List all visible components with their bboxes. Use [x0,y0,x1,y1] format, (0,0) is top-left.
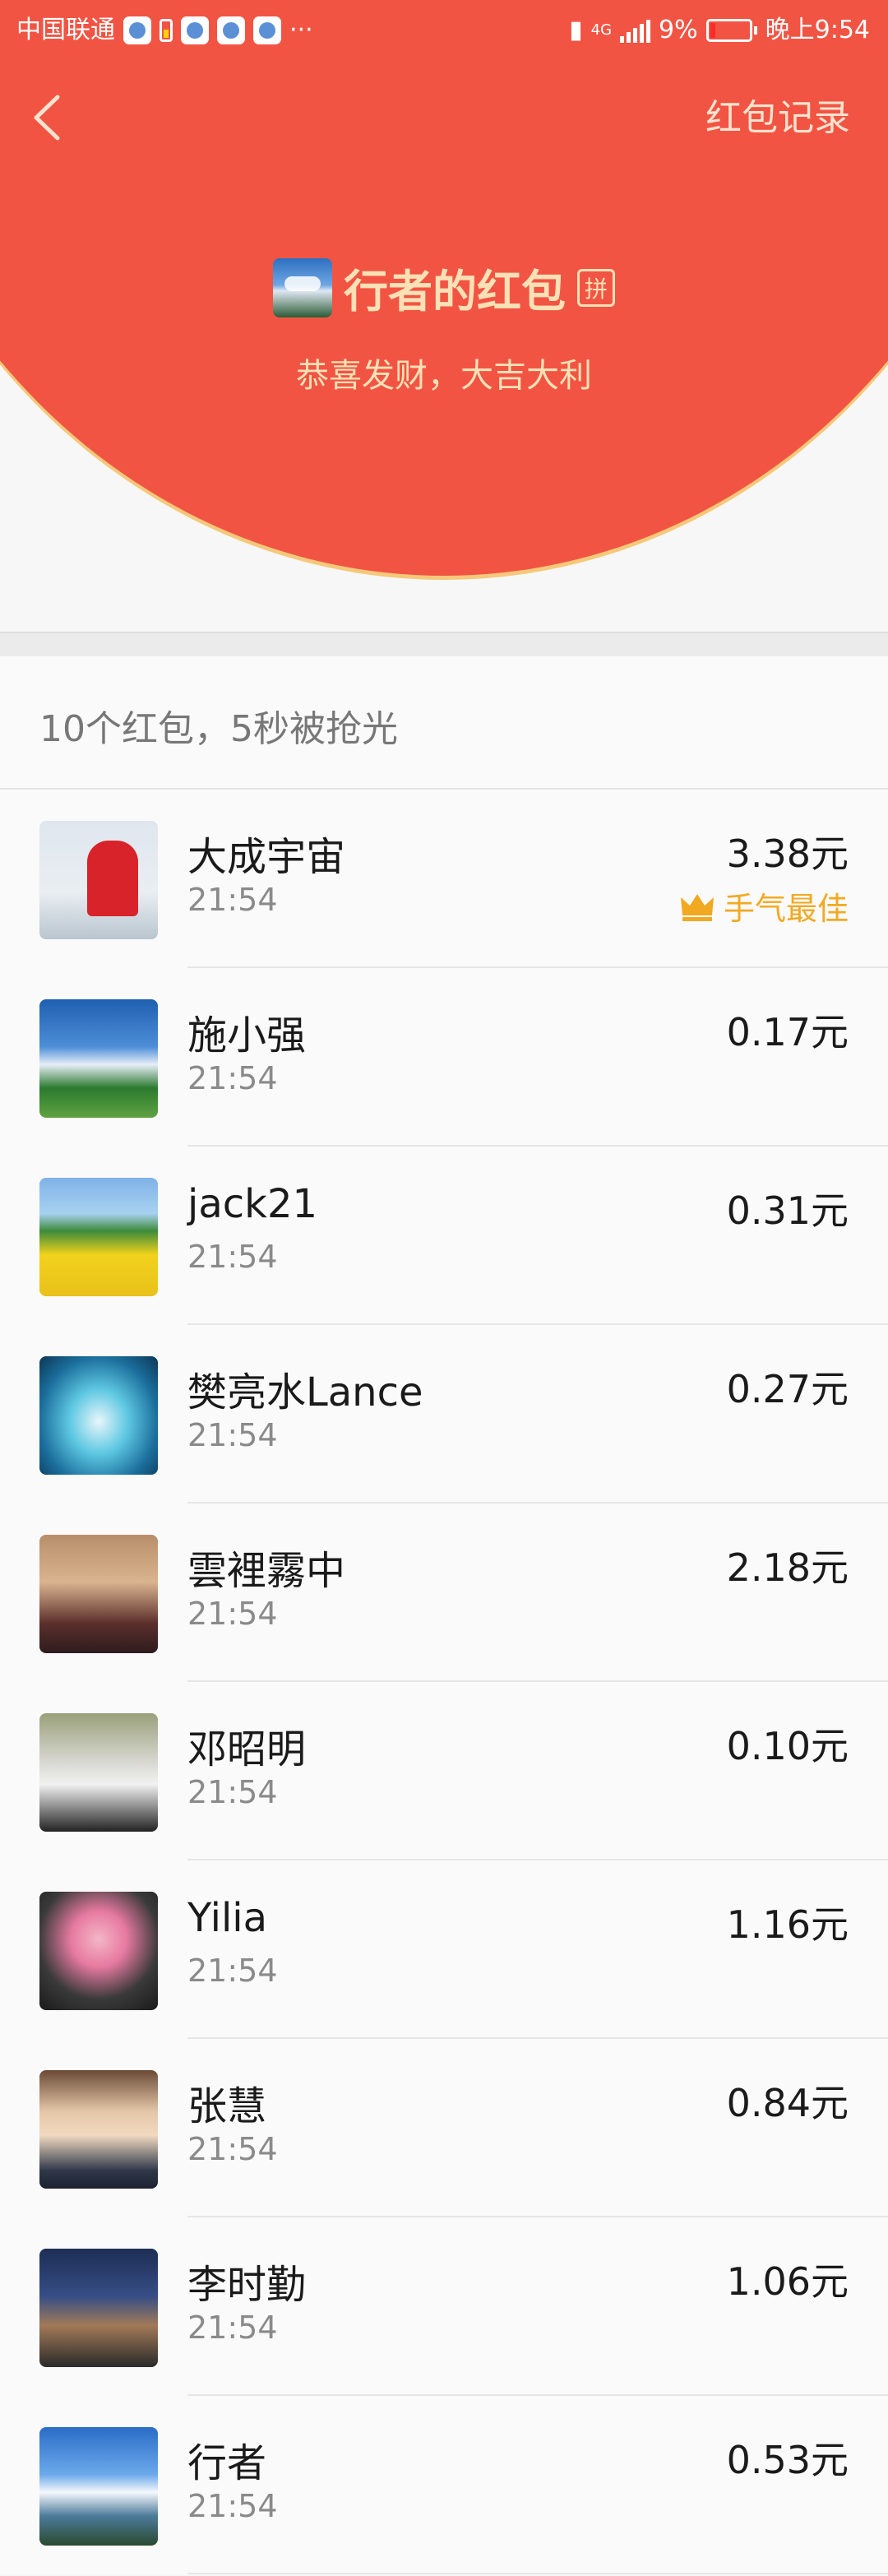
avatar[interactable] [39,1178,158,1296]
best-luck-badge: 手气最佳 [679,883,849,929]
recipient-name: jack21 [187,1181,318,1227]
avatar[interactable] [39,1892,158,2010]
headset-icon [181,16,209,44]
recipient-name: 雲裡霧中 [187,1548,346,1594]
vibrate-icon: ▮ [569,16,583,44]
row-divider [187,2573,888,2574]
battery-tip [753,26,757,35]
list-item[interactable]: 张慧 21:54 0.84元 [0,2039,888,2217]
grab-time: 21:54 [187,2488,278,2524]
recipient-name: 施小强 [187,1012,307,1059]
back-button[interactable] [25,89,74,146]
avatar[interactable] [39,2249,158,2367]
recipient-name: 邓昭明 [187,1726,307,1772]
clock: 晚上9:54 [765,16,870,44]
avatar[interactable] [39,821,158,939]
list-item[interactable]: jack21 21:54 0.31元 [0,1147,888,1325]
amount: 0.10元 [726,1724,849,1768]
amount: 0.84元 [726,2081,849,2125]
list-item[interactable]: 大成宇宙 21:54 3.38元 手气最佳 [0,790,888,968]
status-bar: 中国联通 ··· ▮ 4G 9% 晚上9:54 [0,0,888,61]
app-notification-icon [253,16,281,44]
avatar[interactable] [39,2070,158,2189]
recipient-name: Yilia [187,1895,268,1941]
amount: 1.06元 [726,2259,849,2304]
crown-icon [680,893,714,921]
amount: 0.31元 [726,1188,849,1233]
battery-icon [705,19,752,42]
grab-time: 21:54 [187,2310,278,2346]
best-luck-label: 手气最佳 [723,891,849,927]
avatar[interactable] [39,1713,158,1832]
red-packet-record-link[interactable]: 红包记录 [705,92,850,145]
battery-percent: 9% [659,16,698,44]
list-item[interactable]: 施小强 21:54 0.17元 [0,968,888,1147]
amount: 2.18元 [726,1545,849,1590]
recipient-name: 大成宇宙 [187,834,346,880]
recipient-list: 大成宇宙 21:54 3.38元 手气最佳 施小强 21:54 0.17元 ja… [0,790,888,2574]
avatar[interactable] [39,2427,158,2546]
carrier-label: 中国联通 [16,16,115,44]
recipient-name: 李时勤 [187,2262,307,2308]
section-divider [0,632,888,658]
avatar[interactable] [39,1535,158,1653]
sender-avatar [273,257,332,317]
grab-time: 21:54 [187,1953,278,1989]
list-item[interactable]: 李时勤 21:54 1.06元 [0,2217,888,2396]
app-notification-icon [123,16,151,44]
packet-title: 行者的红包 [344,266,566,317]
list-item[interactable]: 行者 21:54 0.53元 [0,2396,888,2574]
recipient-name: 张慧 [187,2083,267,2129]
grab-time: 21:54 [187,1596,278,1632]
packet-greeting: 恭喜发财，大吉大利 [296,357,592,395]
grab-time: 21:54 [187,2131,278,2167]
pin-badge: 拼 [577,268,615,307]
amount: 3.38元 [726,832,849,876]
summary-text: 10个红包，5秒被抢光 [39,708,398,750]
recipient-name: 行者 [187,2440,267,2486]
list-item[interactable]: Yilia 21:54 1.16元 [0,1860,888,2039]
grab-time: 21:54 [187,1239,278,1275]
packet-summary: 10个红包，5秒被抢光 [0,656,888,790]
list-item[interactable]: 邓昭明 21:54 0.10元 [0,1682,888,1860]
grab-time: 21:54 [187,1774,278,1810]
avatar[interactable] [39,1356,158,1475]
amount: 0.17元 [726,1010,849,1054]
amount: 0.27元 [726,1367,849,1411]
grab-time: 21:54 [187,882,278,918]
amount: 0.53元 [726,2438,849,2482]
avatar[interactable] [39,999,158,1118]
network-type: 4G [590,21,613,39]
grab-time: 21:54 [187,1417,278,1453]
battery-alert-icon [160,19,173,42]
list-item[interactable]: 雲裡霧中 21:54 2.18元 [0,1503,888,1682]
recipient-name: 樊亮水Lance [187,1369,423,1415]
chevron-left-icon [34,95,60,141]
grab-time: 21:54 [187,1060,278,1096]
red-packet-header: 中国联通 ··· ▮ 4G 9% 晚上9:54 红包记录 行者的红包 拼 恭喜发… [0,0,888,592]
packet-title-row: 行者的红包 拼 [0,255,888,320]
amount: 1.16元 [726,1902,849,1947]
app-notification-icon [217,16,245,44]
more-notifications: ··· [289,16,313,44]
list-item[interactable]: 樊亮水Lance 21:54 0.27元 [0,1325,888,1503]
signal-icon [620,18,651,43]
